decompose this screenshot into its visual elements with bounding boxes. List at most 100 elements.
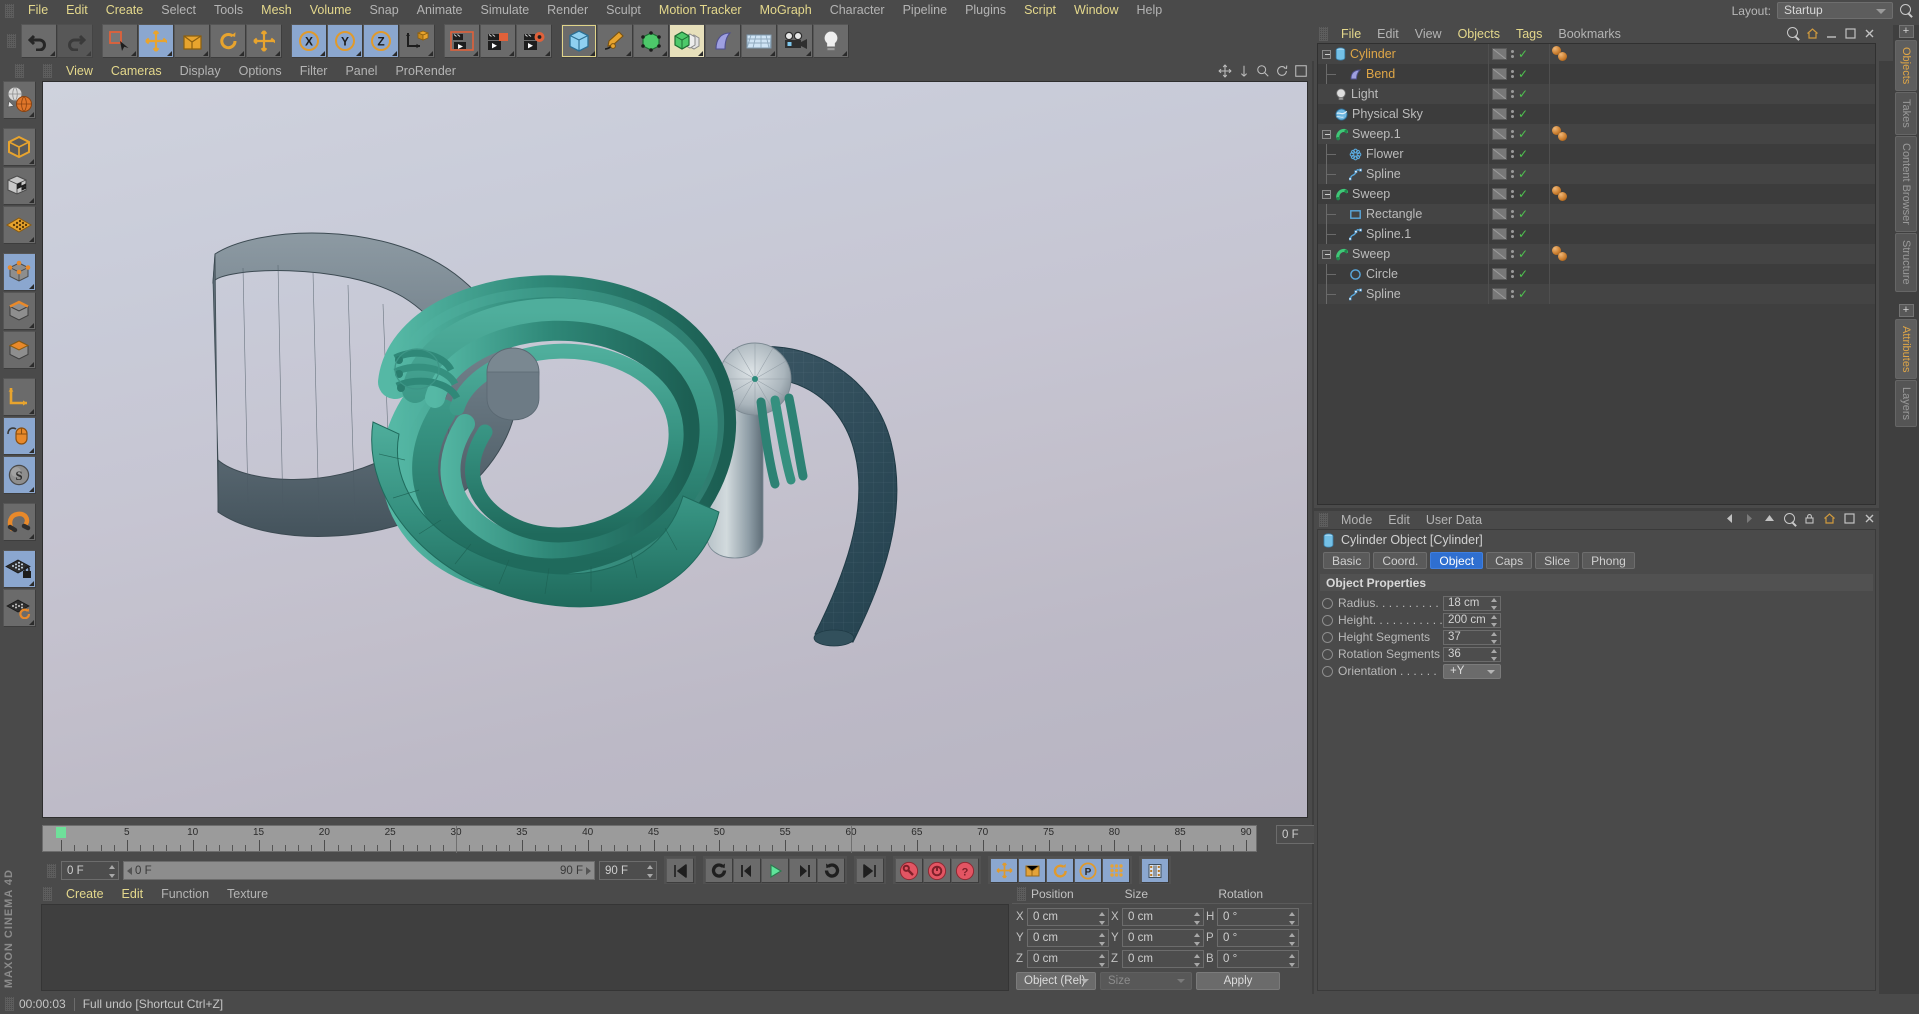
display-tag-icon[interactable] (1492, 148, 1507, 160)
timeline-grip[interactable] (47, 863, 56, 878)
object-menu-view[interactable]: View (1407, 25, 1450, 43)
menu-sculpt[interactable]: Sculpt (597, 0, 650, 21)
move-tool-button[interactable] (138, 24, 174, 58)
scale-key-button[interactable] (1018, 858, 1046, 883)
expander-toggle[interactable] (1322, 189, 1331, 199)
stepper-icon[interactable] (1490, 597, 1497, 610)
display-tag-icon[interactable] (1492, 48, 1507, 60)
menu-plugins[interactable]: Plugins (956, 0, 1015, 21)
axis-modify-button[interactable] (2, 378, 36, 416)
timeline-playhead[interactable] (56, 827, 66, 838)
parameter-key-button[interactable]: P (1074, 858, 1102, 883)
undo-view-globe-button[interactable] (2, 81, 36, 119)
rotate-tool-button[interactable] (210, 24, 246, 58)
menubar-grip[interactable] (5, 3, 14, 18)
enable-check-icon[interactable]: ✓ (1518, 228, 1528, 240)
material-sphere-icon[interactable] (1558, 52, 1567, 61)
material-list[interactable] (41, 904, 1009, 991)
search-icon[interactable] (1783, 512, 1796, 525)
viewport-menu-filter[interactable]: Filter (291, 61, 337, 81)
coordinate-position-field-x[interactable]: 0 cm (1027, 907, 1109, 926)
object-row-spline[interactable]: Spline ✓ (1318, 164, 1875, 184)
rotate-icon[interactable] (1275, 64, 1289, 78)
search-icon[interactable] (1899, 3, 1915, 19)
menu-animate[interactable]: Animate (408, 0, 472, 21)
attribute-tab-object[interactable]: Object (1430, 552, 1484, 569)
stepper-icon[interactable] (1288, 911, 1295, 925)
viewport-solo-mouse-button[interactable] (2, 417, 36, 455)
vertical-tab-takes[interactable]: Takes (1895, 92, 1917, 136)
play-forward-button[interactable] (761, 858, 789, 883)
apply-button[interactable]: Apply (1196, 972, 1280, 990)
object-row-sweep[interactable]: Sweep ✓ (1318, 244, 1875, 264)
enable-check-icon[interactable]: ✓ (1518, 88, 1528, 100)
cube-primitive-button[interactable] (561, 24, 597, 58)
menu-render[interactable]: Render (538, 0, 597, 21)
stepper-icon[interactable] (1193, 911, 1200, 925)
stepper-icon[interactable] (1098, 932, 1105, 946)
zoom-icon[interactable] (1256, 64, 1270, 78)
material-manager-grip[interactable] (43, 887, 52, 901)
property-animate-dot-icon[interactable] (1322, 665, 1333, 677)
range-right-arrow-icon[interactable] (586, 866, 591, 875)
stepper-icon[interactable] (1288, 953, 1295, 967)
attribute-menu-user-data[interactable]: User Data (1418, 511, 1490, 529)
back-arrow-icon[interactable] (1723, 512, 1736, 525)
material-menu-texture[interactable]: Texture (218, 884, 277, 904)
material-menu-function[interactable]: Function (152, 884, 218, 904)
enable-check-icon[interactable]: ✓ (1518, 108, 1528, 120)
position-key-button[interactable] (990, 858, 1018, 883)
enable-check-icon[interactable]: ✓ (1518, 48, 1528, 60)
forward-arrow-icon[interactable] (1743, 512, 1756, 525)
move-alt-button[interactable] (246, 24, 282, 58)
play-forward-loop-button[interactable] (817, 858, 845, 883)
object-row-circle[interactable]: Circle ✓ (1318, 264, 1875, 284)
toolbar-grip[interactable] (7, 34, 16, 48)
next-frame-button[interactable] (789, 858, 817, 883)
go-to-start-button[interactable] (666, 858, 694, 883)
previous-frame-button[interactable] (733, 858, 761, 883)
stepper-icon[interactable] (1490, 614, 1497, 627)
vertical-tab-objects[interactable]: Objects (1895, 40, 1917, 92)
coordinate-size-field-z[interactable]: 0 cm (1122, 949, 1204, 968)
pan-icon[interactable] (1218, 64, 1232, 78)
menu-mesh[interactable]: Mesh (252, 0, 301, 21)
stepper-icon[interactable] (1098, 911, 1105, 925)
viewport-menu-view[interactable]: View (57, 61, 102, 81)
object-row-spline[interactable]: Spline ✓ (1318, 284, 1875, 304)
menu-snap[interactable]: Snap (360, 0, 407, 21)
maximize-icon[interactable] (1844, 27, 1857, 40)
deformer-bend-button[interactable] (705, 24, 741, 58)
property-animate-dot-icon[interactable] (1322, 631, 1333, 643)
menu-window[interactable]: Window (1065, 0, 1127, 21)
workplane-rotate-button[interactable] (2, 589, 36, 627)
menu-create[interactable]: Create (97, 0, 153, 21)
search-icon[interactable] (1786, 26, 1800, 40)
attribute-manager-grip[interactable] (1319, 513, 1328, 527)
play-backwards-loop-button[interactable] (705, 858, 733, 883)
enable-check-icon[interactable]: ✓ (1518, 148, 1528, 160)
up-arrow-icon[interactable] (1763, 512, 1776, 525)
enable-check-icon[interactable]: ✓ (1518, 68, 1528, 80)
preview-range-bar[interactable]: 0 F 90 F (123, 861, 595, 880)
layout-dropdown[interactable]: Startup (1777, 2, 1893, 19)
timeline-ruler[interactable]: 051015202530354045505560657075808590 (42, 825, 1257, 853)
coordinate-rotation-field-h[interactable]: 0 ° (1217, 907, 1299, 926)
stepper-icon[interactable] (1193, 932, 1200, 946)
workplane-mode-button[interactable] (2, 206, 36, 244)
coordinate-size-field-x[interactable]: 0 cm (1122, 907, 1204, 926)
material-sphere-icon[interactable] (1558, 192, 1567, 201)
viewport-menubar-grip[interactable] (43, 64, 52, 78)
record-key-button[interactable] (895, 858, 923, 883)
menu-mograph[interactable]: MoGraph (751, 0, 821, 21)
object-row-sweep-1[interactable]: Sweep.1 ✓ (1318, 124, 1875, 144)
maximize-icon[interactable] (1843, 512, 1856, 525)
coordinate-size-dropdown[interactable]: Size (1100, 972, 1192, 990)
menu-script[interactable]: Script (1015, 0, 1065, 21)
world-object-coordinates-button[interactable] (399, 24, 435, 58)
menu-character[interactable]: Character (821, 0, 894, 21)
rotation-key-button[interactable] (1046, 858, 1074, 883)
material-sphere-icon[interactable] (1558, 252, 1567, 261)
visibility-dots-icon[interactable] (1511, 150, 1514, 158)
menu-simulate[interactable]: Simulate (472, 0, 539, 21)
